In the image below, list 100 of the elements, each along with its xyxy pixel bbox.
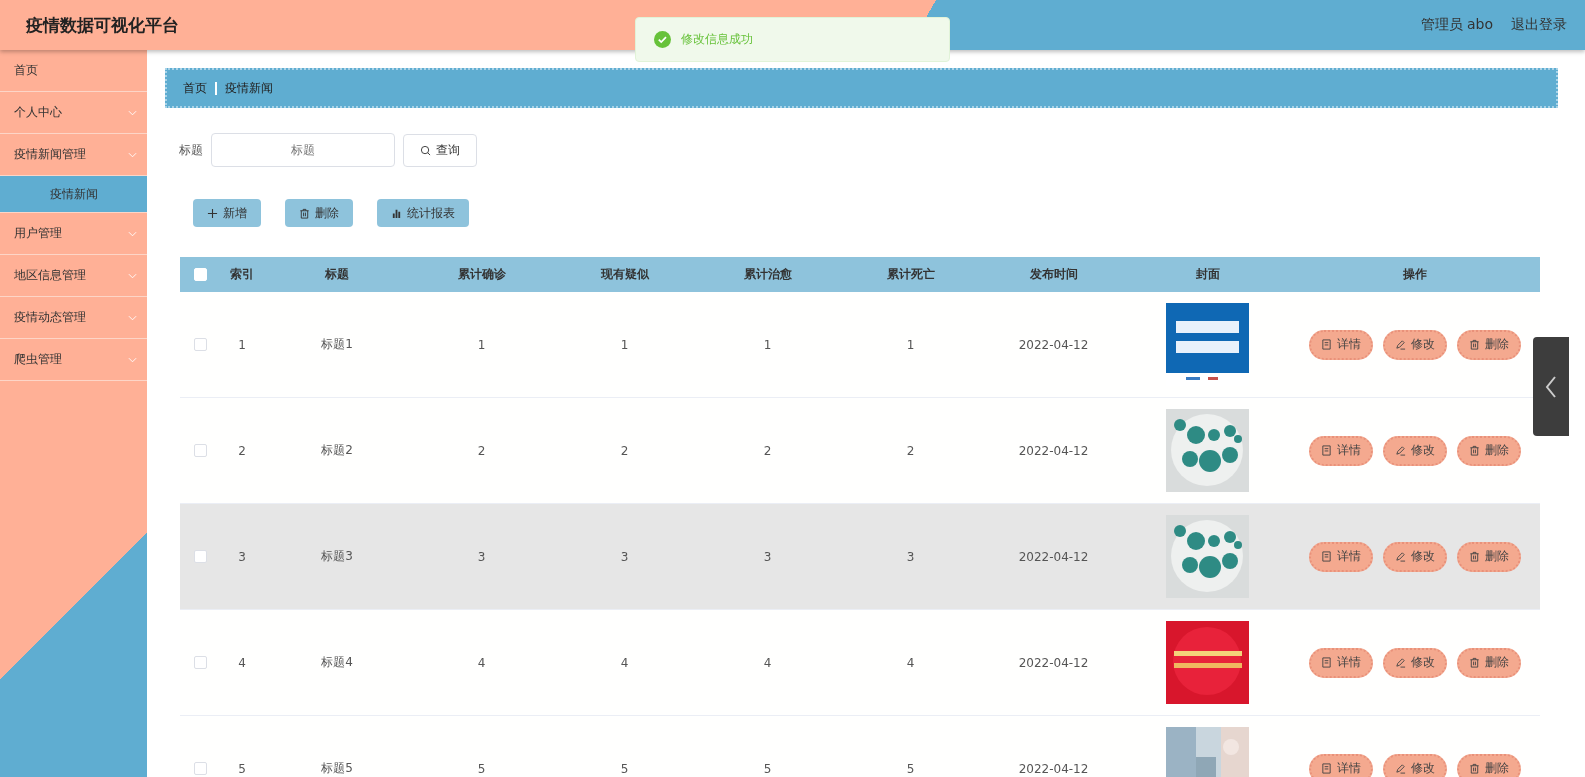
column-header: 累计确诊 <box>456 266 507 283</box>
table-cell: 2 <box>763 443 772 458</box>
checkbox[interactable] <box>193 550 207 563</box>
trash-icon <box>1469 445 1480 456</box>
row-action-button[interactable]: 修改 <box>1383 647 1447 678</box>
checkbox[interactable] <box>193 656 207 669</box>
table-cell: 5 <box>620 761 629 776</box>
row-action-button[interactable]: 详情 <box>1309 753 1373 777</box>
trash-icon <box>1469 763 1480 774</box>
side-collapse-tab[interactable] <box>1533 337 1569 436</box>
column-header: 索引 <box>229 266 255 283</box>
table-cell: 3 <box>238 549 246 564</box>
trash-icon <box>299 207 310 219</box>
breadcrumb-item: 疫情新闻 <box>225 79 273 97</box>
title-search-field[interactable]: 标题 <box>211 133 395 167</box>
breadcrumb-item[interactable]: 首页 <box>183 79 207 97</box>
table-cell: 3 <box>477 549 486 564</box>
table-cell: 2022-04-12 <box>1018 337 1089 352</box>
column-header: 累计死亡 <box>885 266 936 283</box>
table-cell: 3 <box>763 549 772 564</box>
table-cell: 2022-04-12 <box>1018 655 1089 670</box>
row-action-button[interactable]: 删除 <box>1457 435 1521 466</box>
chevron-icon <box>128 314 137 321</box>
checkbox[interactable] <box>193 762 207 775</box>
row-action-button[interactable]: 详情 <box>1309 329 1373 360</box>
pencil-icon <box>1395 339 1406 350</box>
row-action-button[interactable]: 删除 <box>1457 647 1521 678</box>
user-name: 管理员 abo <box>1420 16 1493 34</box>
table-cell: 1 <box>620 337 629 352</box>
table-cell: 4 <box>238 655 246 670</box>
checkbox[interactable] <box>193 444 207 457</box>
pencil-icon <box>1395 763 1406 774</box>
table-cell: 1 <box>477 337 486 352</box>
document-icon <box>1321 551 1332 562</box>
row-action-button[interactable]: 修改 <box>1383 435 1447 466</box>
menu-item[interactable]: 疫情动态管理 <box>0 297 147 339</box>
row-action-button[interactable]: 详情 <box>1309 647 1373 678</box>
table-cell: 标题5 <box>321 760 353 777</box>
column-header: 标题 <box>324 266 350 283</box>
toolbar-button[interactable]: 删除 <box>285 199 353 227</box>
row-action-button[interactable]: 修改 <box>1383 329 1447 360</box>
trash-icon <box>1469 551 1480 562</box>
menu-item[interactable]: 地区信息管理 <box>0 255 147 297</box>
table-cell: 2022-04-12 <box>1018 761 1089 776</box>
chevron-icon <box>128 151 137 158</box>
trash-icon <box>1469 657 1480 668</box>
table-cell: 5 <box>238 761 246 776</box>
pencil-icon <box>1395 445 1406 456</box>
table-cell: 2022-04-12 <box>1018 549 1089 564</box>
row-action-button[interactable]: 修改 <box>1383 541 1447 572</box>
table-cell: 4 <box>477 655 486 670</box>
menu-item[interactable]: 个人中心 <box>0 92 147 134</box>
table-cell: 标题1 <box>321 336 353 353</box>
table-cell: 5 <box>477 761 486 776</box>
row-action-button[interactable]: 详情 <box>1309 435 1373 466</box>
table-cell: 3 <box>906 549 915 564</box>
chevron-icon <box>128 109 137 116</box>
submenu-item[interactable]: 疫情新闻 <box>0 176 147 213</box>
document-icon <box>1321 445 1332 456</box>
menu-item[interactable]: 爬虫管理 <box>0 339 147 381</box>
row-action-button[interactable]: 删除 <box>1457 329 1521 360</box>
table-cell: 标题4 <box>321 654 353 671</box>
row-action-button[interactable]: 删除 <box>1457 541 1521 572</box>
table-cell: 1 <box>238 337 246 352</box>
logout-link[interactable]: 退出登录 <box>1511 16 1567 34</box>
column-header: 现有疑似 <box>599 266 650 283</box>
chevron-icon <box>128 356 137 363</box>
row-action-button[interactable]: 修改 <box>1383 753 1447 777</box>
query-button[interactable]: 查询 <box>403 133 477 167</box>
table-cell: 5 <box>763 761 772 776</box>
pencil-icon <box>1395 657 1406 668</box>
chevron-icon <box>128 272 137 279</box>
document-icon <box>1321 657 1332 668</box>
menu-item[interactable]: 首页 <box>0 50 147 92</box>
search-icon <box>420 144 431 156</box>
table-cell: 2 <box>906 443 915 458</box>
chevron-icon <box>128 230 137 237</box>
toolbar-button[interactable]: 新增 <box>193 199 261 227</box>
plus-icon <box>207 207 218 219</box>
document-icon <box>1321 339 1332 350</box>
row-action-button[interactable]: 删除 <box>1457 753 1521 777</box>
toast-message: 修改信息成功 <box>681 31 753 48</box>
toolbar-button[interactable]: 统计报表 <box>377 199 469 227</box>
column-header: 累计治愈 <box>742 266 793 283</box>
pencil-icon <box>1395 551 1406 562</box>
checkbox[interactable] <box>193 338 207 351</box>
table-cell: 4 <box>906 655 915 670</box>
search-label: 标题 <box>179 141 203 159</box>
table-cell: 5 <box>906 761 915 776</box>
table-cell: 1 <box>906 337 915 352</box>
table-cell: 3 <box>620 549 629 564</box>
menu-item[interactable]: 用户管理 <box>0 213 147 255</box>
table-cell: 2022-04-12 <box>1018 443 1089 458</box>
chevron-left-icon <box>1545 374 1557 399</box>
row-action-button[interactable]: 详情 <box>1309 541 1373 572</box>
trash-icon <box>1469 339 1480 350</box>
table-cell: 标题2 <box>321 442 353 459</box>
table-cell: 4 <box>763 655 772 670</box>
app-title: 疫情数据可视化平台 <box>26 13 179 37</box>
document-icon <box>1321 763 1332 774</box>
